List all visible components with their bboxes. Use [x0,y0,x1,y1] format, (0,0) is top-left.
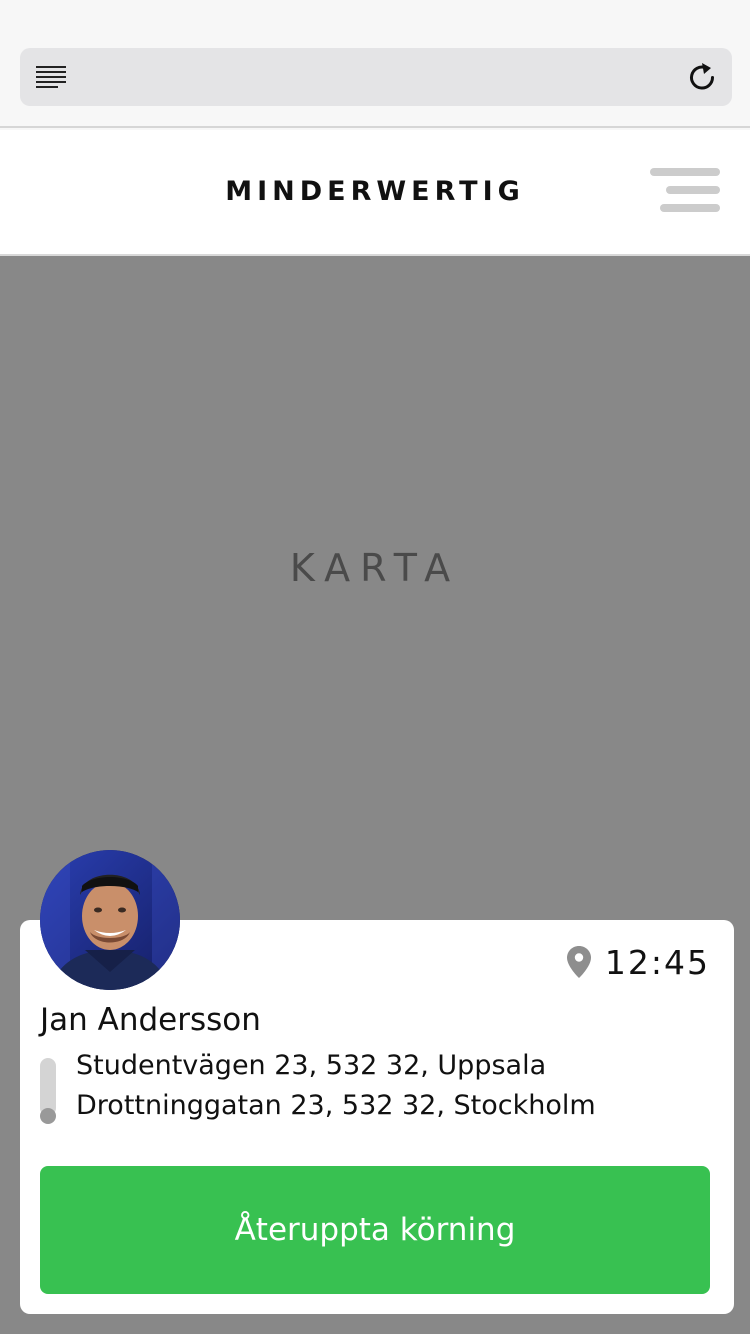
route-indicator [40,1058,56,1124]
eta-display: 12:45 [566,942,710,982]
menu-bar-bottom [660,204,720,212]
reader-mode-icon[interactable] [36,66,66,88]
menu-button[interactable] [648,168,722,216]
eta-time: 12:45 [604,942,710,982]
passenger-avatar [40,850,180,990]
resume-trip-button[interactable]: Återuppta körning [40,1166,710,1294]
map-placeholder-label: KARTA [289,546,461,590]
passenger-name: Jan Andersson [40,1002,261,1038]
route-destination-dot [40,1108,56,1124]
pickup-address: Studentvägen 23, 532 32, Uppsala [76,1050,547,1081]
brand-logo: MINDERWERTIG [225,176,525,207]
browser-chrome [0,0,750,128]
menu-bar-middle [666,186,720,194]
map-pin-icon [566,946,591,978]
menu-bar-top [650,168,720,176]
url-bar[interactable] [20,48,732,106]
reload-icon[interactable] [686,61,718,93]
destination-address: Drottninggatan 23, 532 32, Stockholm [76,1090,596,1121]
app-header: MINDERWERTIG [0,130,750,256]
